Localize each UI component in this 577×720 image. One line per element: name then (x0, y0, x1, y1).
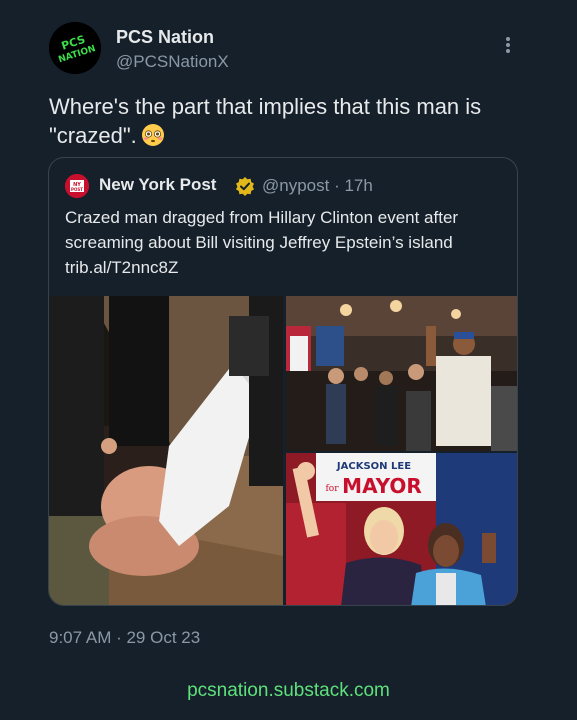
photo-dragged-man[interactable] (49, 296, 283, 605)
svg-text:POST: POST (71, 187, 83, 192)
quoted-handle[interactable]: @nypost (262, 176, 329, 195)
tweet-body: Where's the part that implies that this … (49, 92, 529, 150)
sign-line-1: JACKSON LEE (336, 461, 411, 472)
sign-line-2: for (325, 484, 339, 494)
author-name[interactable]: PCS Nation (116, 27, 214, 48)
photo-event-stage[interactable]: JACKSON LEE for MAYOR (286, 453, 517, 605)
nypost-avatar[interactable]: NY POST (65, 174, 89, 198)
author-handle[interactable]: @PCSNationX (116, 52, 229, 72)
quoted-age[interactable]: 17h (344, 176, 372, 195)
verified-badge-icon (235, 176, 255, 196)
flushed-face-icon (141, 123, 165, 147)
quoted-author-name[interactable]: New York Post (99, 175, 216, 195)
quoted-media[interactable]: JACKSON LEE for MAYOR (49, 296, 517, 605)
more-options-icon[interactable] (498, 34, 518, 56)
tweet: PCS NATION PCS Nation @PCSNationX Where'… (0, 0, 577, 720)
meta-separator: · (329, 176, 345, 195)
pcs-nation-logo: PCS NATION (49, 22, 101, 74)
sign-line-3: MAYOR (342, 474, 422, 498)
substack-link[interactable]: pcsnation.substack.com (0, 680, 577, 702)
quoted-meta: @nypost · 17h (262, 176, 373, 196)
tweet-timestamp[interactable]: 9:07 AM · 29 Oct 23 (49, 628, 200, 648)
tweet-text: Where's the part that implies that this … (49, 94, 482, 148)
photo-crowd[interactable] (286, 296, 517, 451)
avatar[interactable]: PCS NATION (49, 22, 101, 74)
quoted-tweet[interactable]: NY POST New York Post @nypost · 17h Craz… (48, 157, 518, 606)
quoted-text: Crazed man dragged from Hillary Clinton … (65, 208, 459, 277)
